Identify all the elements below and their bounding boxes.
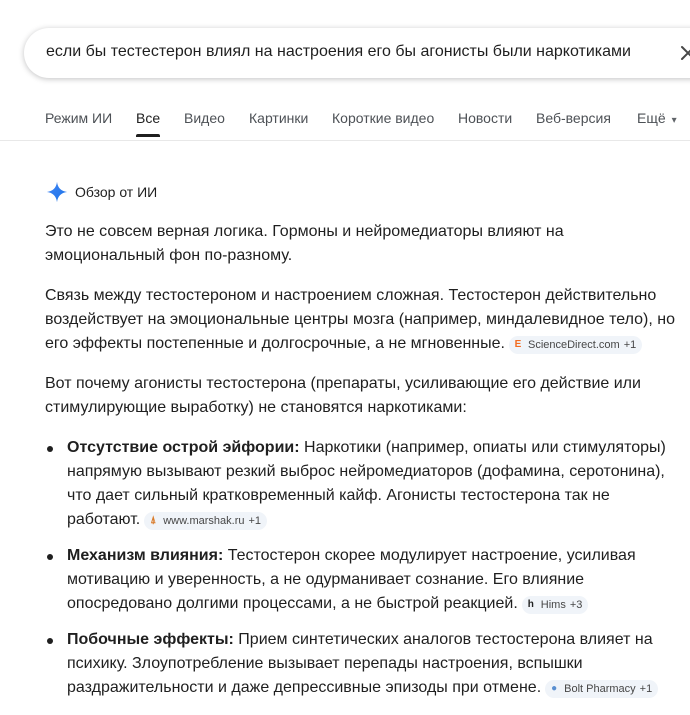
source-name: ScienceDirect.com: [527, 339, 620, 351]
tab-images[interactable]: Картинки: [249, 110, 308, 126]
search-input[interactable]: если бы тестестерон влиял на настроения …: [46, 43, 631, 61]
tab-more-label: Ещё: [637, 110, 666, 126]
source-count: +3: [569, 599, 583, 611]
source-count: +1: [639, 683, 653, 695]
tab-short-videos[interactable]: Короткие видео: [332, 110, 434, 126]
tab-video[interactable]: Видео: [184, 110, 225, 126]
source-name: Bolt Pharmacy: [564, 683, 636, 695]
reasons-intro-paragraph: Вот почему агонисты тестостерона (препар…: [45, 375, 641, 416]
hims-icon: h: [527, 599, 534, 610]
source-chip-bolt-pharmacy[interactable]: ● Bolt Pharmacy +1: [545, 680, 659, 698]
sciencedirect-icon: E: [514, 339, 522, 350]
search-results-page: если бы тестестерон влиял на настроения …: [0, 0, 690, 715]
caret-down-icon: ▾: [671, 115, 677, 126]
tab-ai-mode[interactable]: Режим ИИ: [45, 110, 112, 126]
list-item: Механизм влияния: Тестостерон скорее мод…: [45, 544, 675, 616]
source-name: Hims: [540, 599, 566, 611]
explanation-paragraph: Связь между тестостероном и настроением …: [45, 284, 675, 356]
source-chip-hims[interactable]: h Hims +3: [521, 596, 589, 614]
list-item: Побочные эффекты: Прием синтетических ан…: [45, 628, 675, 700]
source-chip-sciencedirect[interactable]: E ScienceDirect.com +1: [508, 336, 643, 354]
marshak-icon: ⍋: [150, 515, 157, 526]
tab-news[interactable]: Новости: [458, 110, 512, 126]
source-count: +1: [248, 515, 262, 527]
tab-more[interactable]: Ещё ▾: [637, 110, 677, 126]
list-item: Отсутствие острой эйфории: Наркотики (на…: [45, 436, 675, 532]
tab-web[interactable]: Веб-версия: [536, 110, 611, 126]
reasons-list: Отсутствие острой эйфории: Наркотики (на…: [45, 436, 675, 700]
bullet-title: Механизм влияния:: [67, 547, 224, 564]
ai-overview-body: Это не совсем верная логика. Гормоны и н…: [45, 220, 675, 712]
close-icon[interactable]: [676, 41, 690, 65]
bullet-title: Побочные эффекты:: [67, 631, 234, 648]
bolt-pharmacy-icon: ●: [551, 683, 558, 694]
source-count: +1: [623, 339, 637, 351]
sparkle-icon: [46, 181, 68, 203]
search-tabs: Режим ИИ Все Видео Картинки Короткие вид…: [0, 100, 690, 141]
intro-paragraph: Это не совсем верная логика. Гормоны и н…: [45, 223, 564, 264]
source-name: www.marshak.ru: [163, 515, 245, 527]
search-box[interactable]: если бы тестестерон влиял на настроения …: [24, 28, 690, 78]
ai-overview-title: Обзор от ИИ: [75, 184, 158, 200]
tab-all[interactable]: Все: [136, 110, 161, 137]
bullet-title: Отсутствие острой эйфории:: [67, 439, 300, 456]
source-chip-marshak[interactable]: ⍋ www.marshak.ru +1: [144, 512, 268, 530]
